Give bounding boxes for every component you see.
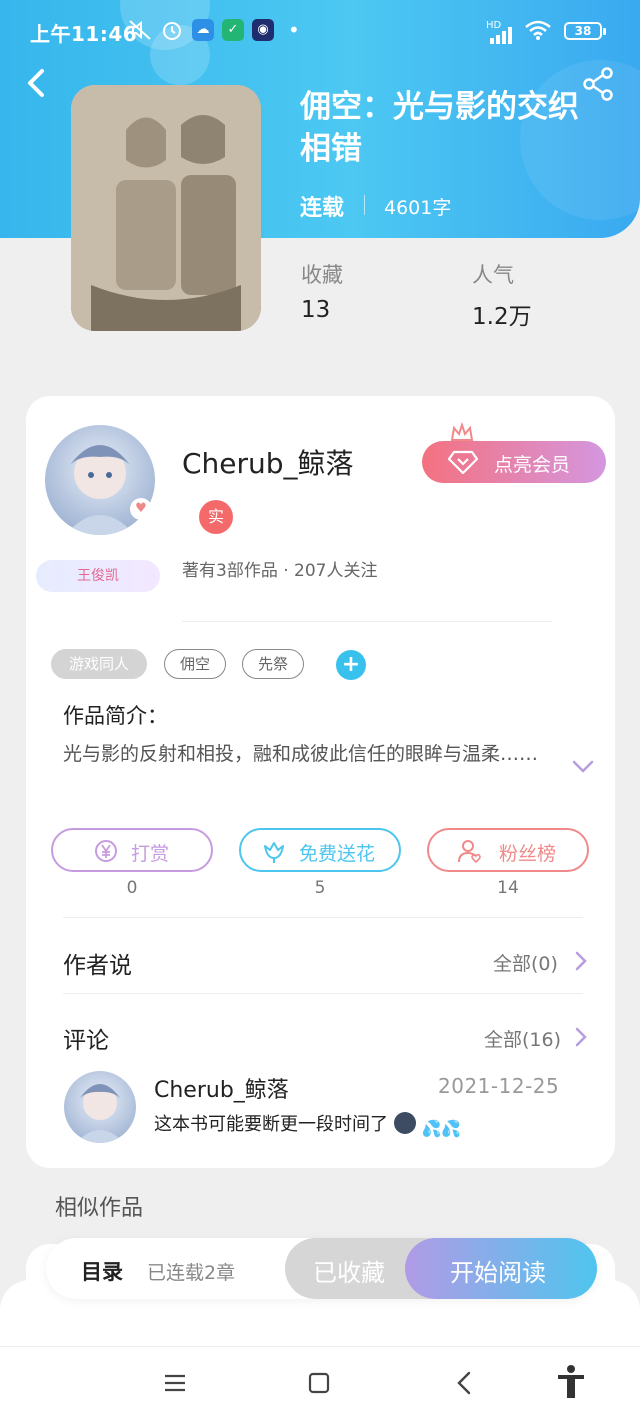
heart-badge-icon: ♥ [130, 498, 152, 520]
comment-avatar[interactable] [64, 1071, 136, 1143]
send-flower-button[interactable]: 免费送花 [239, 828, 401, 872]
comment-date: 2021-12-25 [438, 1074, 560, 1098]
battery-indicator: 38 [564, 22, 606, 40]
intro-text: 光与影的反射和相投，融和成彼此信任的眼眸与温柔…… [63, 743, 539, 765]
divider [63, 993, 583, 994]
comment-text: 这本书可能要断更一段时间了 💦💦 [154, 1110, 461, 1141]
fan-ranking-button[interactable]: 粉丝榜 [427, 828, 589, 872]
start-reading-button[interactable]: 开始阅读 [405, 1238, 597, 1299]
back-button[interactable] [20, 66, 54, 100]
stat-label-favorites: 收藏 [301, 263, 343, 287]
user-heart-icon [458, 840, 481, 864]
menu-icon[interactable] [160, 1368, 190, 1398]
book-title: 佣空：光与影的交织相错 [300, 89, 579, 167]
comment-body: 这本书可能要断更一段时间了 [154, 1114, 388, 1135]
book-status: 连载 [300, 196, 345, 221]
tip-button[interactable]: 打赏 [51, 828, 213, 872]
vip-button[interactable]: 点亮会员 [422, 441, 606, 483]
share-button[interactable] [580, 66, 616, 102]
fan-ranking-button-label: 粉丝榜 [499, 843, 557, 865]
nav-back-icon[interactable] [450, 1368, 480, 1398]
word-count: 4601字 [384, 197, 452, 219]
author-says-more[interactable]: 全部(0) [493, 949, 558, 976]
toc-button[interactable]: 目录 [81, 1256, 123, 1286]
author-says-title: 作者说 [63, 953, 132, 979]
author-meta: 著有3部作品 · 207人关注 [182, 561, 378, 581]
sweat-drops-emoji-icon: 💦💦 [421, 1119, 462, 1138]
stat-value-popularity: 1.2万 [472, 304, 532, 330]
toc-meta[interactable]: 已连载2章 [147, 1258, 235, 1285]
status-separator [364, 195, 365, 215]
diamond-icon [448, 450, 478, 474]
status-bar: 上午11:46 ☁ ✓ ◉ • HD 38 [0, 0, 640, 56]
alarm-icon [161, 19, 183, 41]
verified-badge: 实 [199, 500, 233, 534]
flower-icon [264, 842, 284, 863]
flower-count: 5 [314, 878, 326, 898]
comment-username[interactable]: Cherub_鲸落 [154, 1072, 289, 1104]
cloud-app-icon: ☁ [192, 19, 214, 41]
tip-button-label: 打赏 [131, 843, 170, 865]
status-time: 上午11:46 [30, 22, 138, 46]
similar-works-title: 相似作品 [55, 1196, 144, 1221]
chevron-down-icon [572, 760, 594, 773]
dark-moon-emoji-icon [393, 1112, 416, 1134]
tag-game-fanfic[interactable]: 游戏同人 [51, 649, 147, 679]
circle-app-icon: ◉ [252, 19, 274, 41]
intro-heading: 作品简介： [63, 704, 168, 728]
add-tag-button[interactable]: + [336, 650, 366, 680]
tag-xianji[interactable]: 先祭 [242, 649, 304, 679]
favorited-button-label: 已收藏 [313, 1259, 385, 1287]
author-name[interactable]: Cherub_鲸落 [182, 442, 354, 482]
stat-value-favorites: 13 [301, 297, 331, 323]
yen-coin-icon [95, 840, 117, 862]
share-icon [583, 67, 613, 101]
wifi-icon [524, 19, 552, 41]
tip-count: 0 [126, 878, 138, 898]
chevron-right-icon[interactable] [574, 1026, 588, 1048]
signal-icon [488, 24, 516, 46]
fan-count: 14 [497, 878, 519, 898]
comments-more[interactable]: 全部(16) [484, 1025, 561, 1052]
vip-button-label: 点亮会员 [494, 454, 571, 476]
accessibility-icon[interactable] [555, 1364, 587, 1400]
avatar-frame-badge: 王俊凯 [36, 560, 160, 592]
back-arrow-icon [28, 69, 44, 97]
shield-app-icon: ✓ [222, 19, 244, 41]
home-square-icon[interactable] [304, 1368, 334, 1398]
book-cover-image[interactable] [71, 85, 261, 331]
divider [182, 621, 552, 622]
comments-title: 评论 [63, 1028, 109, 1054]
send-flower-button-label: 免费送花 [299, 843, 376, 865]
more-notifications-dot: • [288, 18, 300, 42]
start-reading-button-label: 开始阅读 [450, 1259, 546, 1287]
chevron-right-icon[interactable] [574, 950, 588, 972]
mute-icon [128, 19, 152, 41]
tag-yongkong[interactable]: 佣空 [164, 649, 226, 679]
divider [63, 917, 583, 918]
expand-intro-button[interactable] [571, 758, 595, 776]
stat-label-popularity: 人气 [472, 263, 514, 287]
